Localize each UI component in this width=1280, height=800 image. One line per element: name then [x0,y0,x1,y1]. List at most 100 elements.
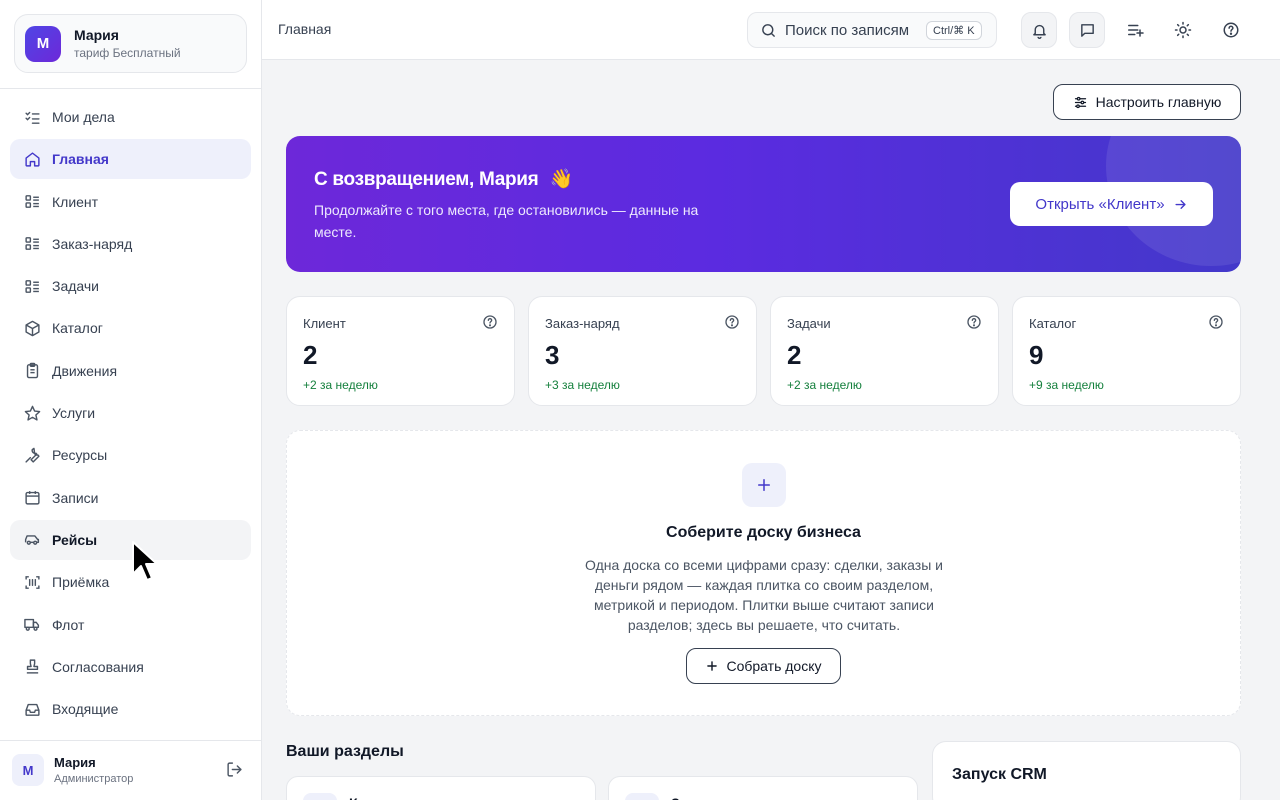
checklist-icon [23,108,41,126]
help-icon [1222,21,1240,39]
help-icon[interactable] [966,314,982,330]
search-shortcut: Ctrl/⌘ K [926,20,982,40]
sidebar: М Мария тариф Бесплатный Мои дела Главна… [0,0,262,800]
search-box[interactable]: Ctrl/⌘ K [747,12,997,48]
plus-icon [705,659,719,673]
section-icon [303,793,337,800]
stat-label: Клиент [303,316,346,331]
stat-value: 2 [787,340,802,370]
help-button[interactable] [1213,12,1249,48]
messages-button[interactable] [1069,12,1105,48]
logout-icon[interactable] [226,761,243,783]
account-name: Мария [74,27,119,43]
sidebar-item-resources[interactable]: Ресурсы [10,435,251,475]
sidebar-item-label: Заказ-наряд [52,235,133,252]
add-list-button[interactable] [1117,12,1153,48]
build-board-button[interactable]: Собрать доску [686,648,841,684]
account-plan: тариф Бесплатный [74,46,181,60]
sidebar-item-label: Согласования [52,658,144,675]
sidebar-item-label: Главная [52,151,109,168]
inbox-icon [23,700,41,718]
home-icon [23,150,41,168]
help-icon[interactable] [1208,314,1224,330]
build-board-label: Собрать доску [726,658,822,674]
add-board-tile-button[interactable] [742,463,786,507]
stats-row: Клиент 2 +2 за неделю Заказ-наряд 3 +3 з… [286,296,1241,406]
sidebar-item-label: Ресурсы [52,447,108,464]
stat-card-work-order[interactable]: Заказ-наряд 3 +3 за неделю [528,296,757,406]
breadcrumb[interactable]: Главная [278,21,331,37]
account-avatar: М [25,25,61,62]
section-card[interactable]: К [286,776,596,800]
list-icon [23,235,41,253]
sidebar-item-label: Входящие [52,701,119,718]
account-info: Мария тариф Бесплатный [74,27,181,60]
section-card[interactable]: З [608,776,918,800]
crm-launch-card: Запуск CRM [932,741,1241,800]
open-client-label: Открыть «Клиент» [1035,195,1165,213]
box-icon [23,319,41,337]
search-input[interactable] [785,21,920,39]
theme-toggle-button[interactable] [1165,12,1201,48]
arrow-right-icon [1173,197,1188,212]
sidebar-item-label: Рейсы [52,531,98,548]
wrench-icon [23,446,41,464]
stat-delta: +3 за неделю [545,378,620,392]
help-icon[interactable] [724,314,740,330]
stat-value: 3 [545,340,560,370]
account-switcher[interactable]: М Мария тариф Бесплатный [14,14,247,73]
sidebar-item-my-tasks[interactable]: Мои дела [10,97,251,137]
open-client-button[interactable]: Открыть «Клиент» [1010,182,1213,226]
welcome-title: С возвращением, Мария 👋 [314,167,573,191]
truck-icon [23,616,41,634]
stat-card-catalog[interactable]: Каталог 9 +9 за неделю [1012,296,1241,406]
stat-label: Задачи [787,316,831,331]
stat-value: 2 [303,340,318,370]
stat-delta: +9 за неделю [1029,378,1104,392]
sidebar-item-label: Услуги [52,405,96,422]
user-role: Администратор [54,773,134,785]
stat-delta: +2 за неделю [303,378,378,392]
mouse-cursor-icon [132,541,158,581]
sidebar-item-catalog[interactable]: Каталог [10,308,251,348]
sidebar-item-fleet[interactable]: Флот [10,605,251,645]
user-profile[interactable]: М Мария Администратор [12,752,247,788]
stat-card-client[interactable]: Клиент 2 +2 за неделю [286,296,515,406]
section-label: З [671,795,680,800]
search-icon [760,22,777,39]
stamp-icon [23,658,41,676]
sidebar-item-client[interactable]: Клиент [10,182,251,222]
section-label: К [349,795,358,800]
welcome-subtitle: Продолжайте с того места, где остановили… [314,202,699,240]
sidebar-bottom-divider [0,740,261,741]
sidebar-item-movements[interactable]: Движения [10,351,251,391]
user-name: Мария [54,755,96,770]
sidebar-item-label: Клиент [52,193,99,210]
sidebar-item-tasks[interactable]: Задачи [10,266,251,306]
list-icon [23,193,41,211]
board-description: Одна доска со всеми цифрами сразу: сделк… [584,557,944,633]
stat-label: Заказ-наряд [545,316,620,331]
stat-card-tasks[interactable]: Задачи 2 +2 за неделю [770,296,999,406]
crm-launch-title: Запуск CRM [952,766,1047,783]
sections-heading: Ваши разделы [286,743,404,760]
sidebar-item-home[interactable]: Главная [10,139,251,180]
customize-home-button[interactable]: Настроить главную [1053,84,1241,120]
sidebar-item-records[interactable]: Записи [10,478,251,518]
welcome-title-text: С возвращением, Мария [314,169,539,190]
sidebar-item-services[interactable]: Услуги [10,393,251,433]
sliders-icon [1073,95,1088,110]
sidebar-item-label: Мои дела [52,109,115,125]
sun-icon [1174,21,1192,39]
sidebar-item-work-order[interactable]: Заказ-наряд [10,224,251,264]
section-icon [625,793,659,800]
sidebar-item-inbox[interactable]: Входящие [10,689,251,729]
user-avatar: М [12,754,44,786]
sidebar-item-approvals[interactable]: Согласования [10,647,251,687]
notifications-button[interactable] [1021,12,1057,48]
stat-value: 9 [1029,340,1044,370]
calendar-icon [23,489,41,507]
help-icon[interactable] [482,314,498,330]
business-board-empty-state: Соберите доску бизнеса Одна доска со все… [286,430,1241,716]
welcome-banner: С возвращением, Мария 👋 Продолжайте с то… [286,136,1241,272]
